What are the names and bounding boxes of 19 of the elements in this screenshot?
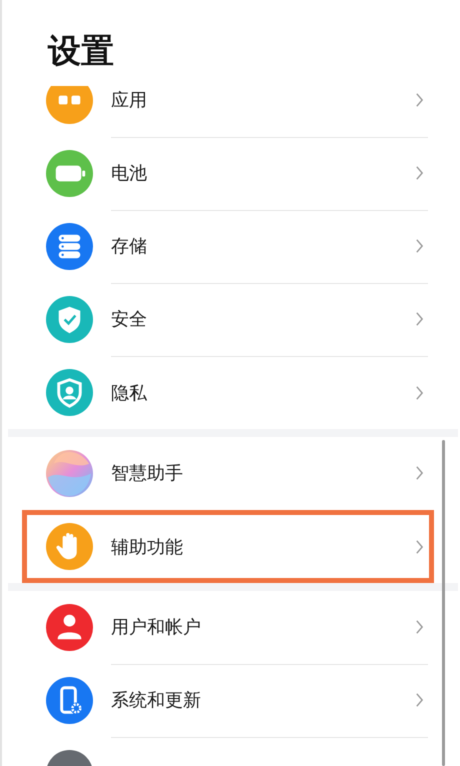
settings-item[interactable]: 隐私 <box>8 356 458 429</box>
settings-item[interactable]: 系统和更新 <box>8 664 458 737</box>
item-label: 系统和更新 <box>111 689 202 712</box>
item-label: 电池 <box>111 162 148 185</box>
item-label: 安全 <box>111 308 148 331</box>
item-label: 存储 <box>111 235 148 258</box>
item-label: 用户和帐户 <box>111 616 202 639</box>
page-title: 设置 <box>48 30 114 72</box>
item-label: 辅助功能 <box>111 536 184 558</box>
settings-item[interactable]: 辅助功能 <box>8 510 458 583</box>
item-label: 智慧助手 <box>111 462 184 485</box>
settings-item[interactable]: 智慧助手 <box>8 437 458 510</box>
item-label: 应用 <box>111 89 148 112</box>
settings-item[interactable]: 应用 <box>8 86 458 137</box>
item-label: 隐私 <box>111 382 148 404</box>
settings-item[interactable]: 用户和帐户 <box>8 591 458 664</box>
settings-item[interactable]: 存储 <box>8 210 458 283</box>
settings-item[interactable]: 电池 <box>8 137 458 210</box>
settings-item[interactable]: 安全 <box>8 283 458 356</box>
